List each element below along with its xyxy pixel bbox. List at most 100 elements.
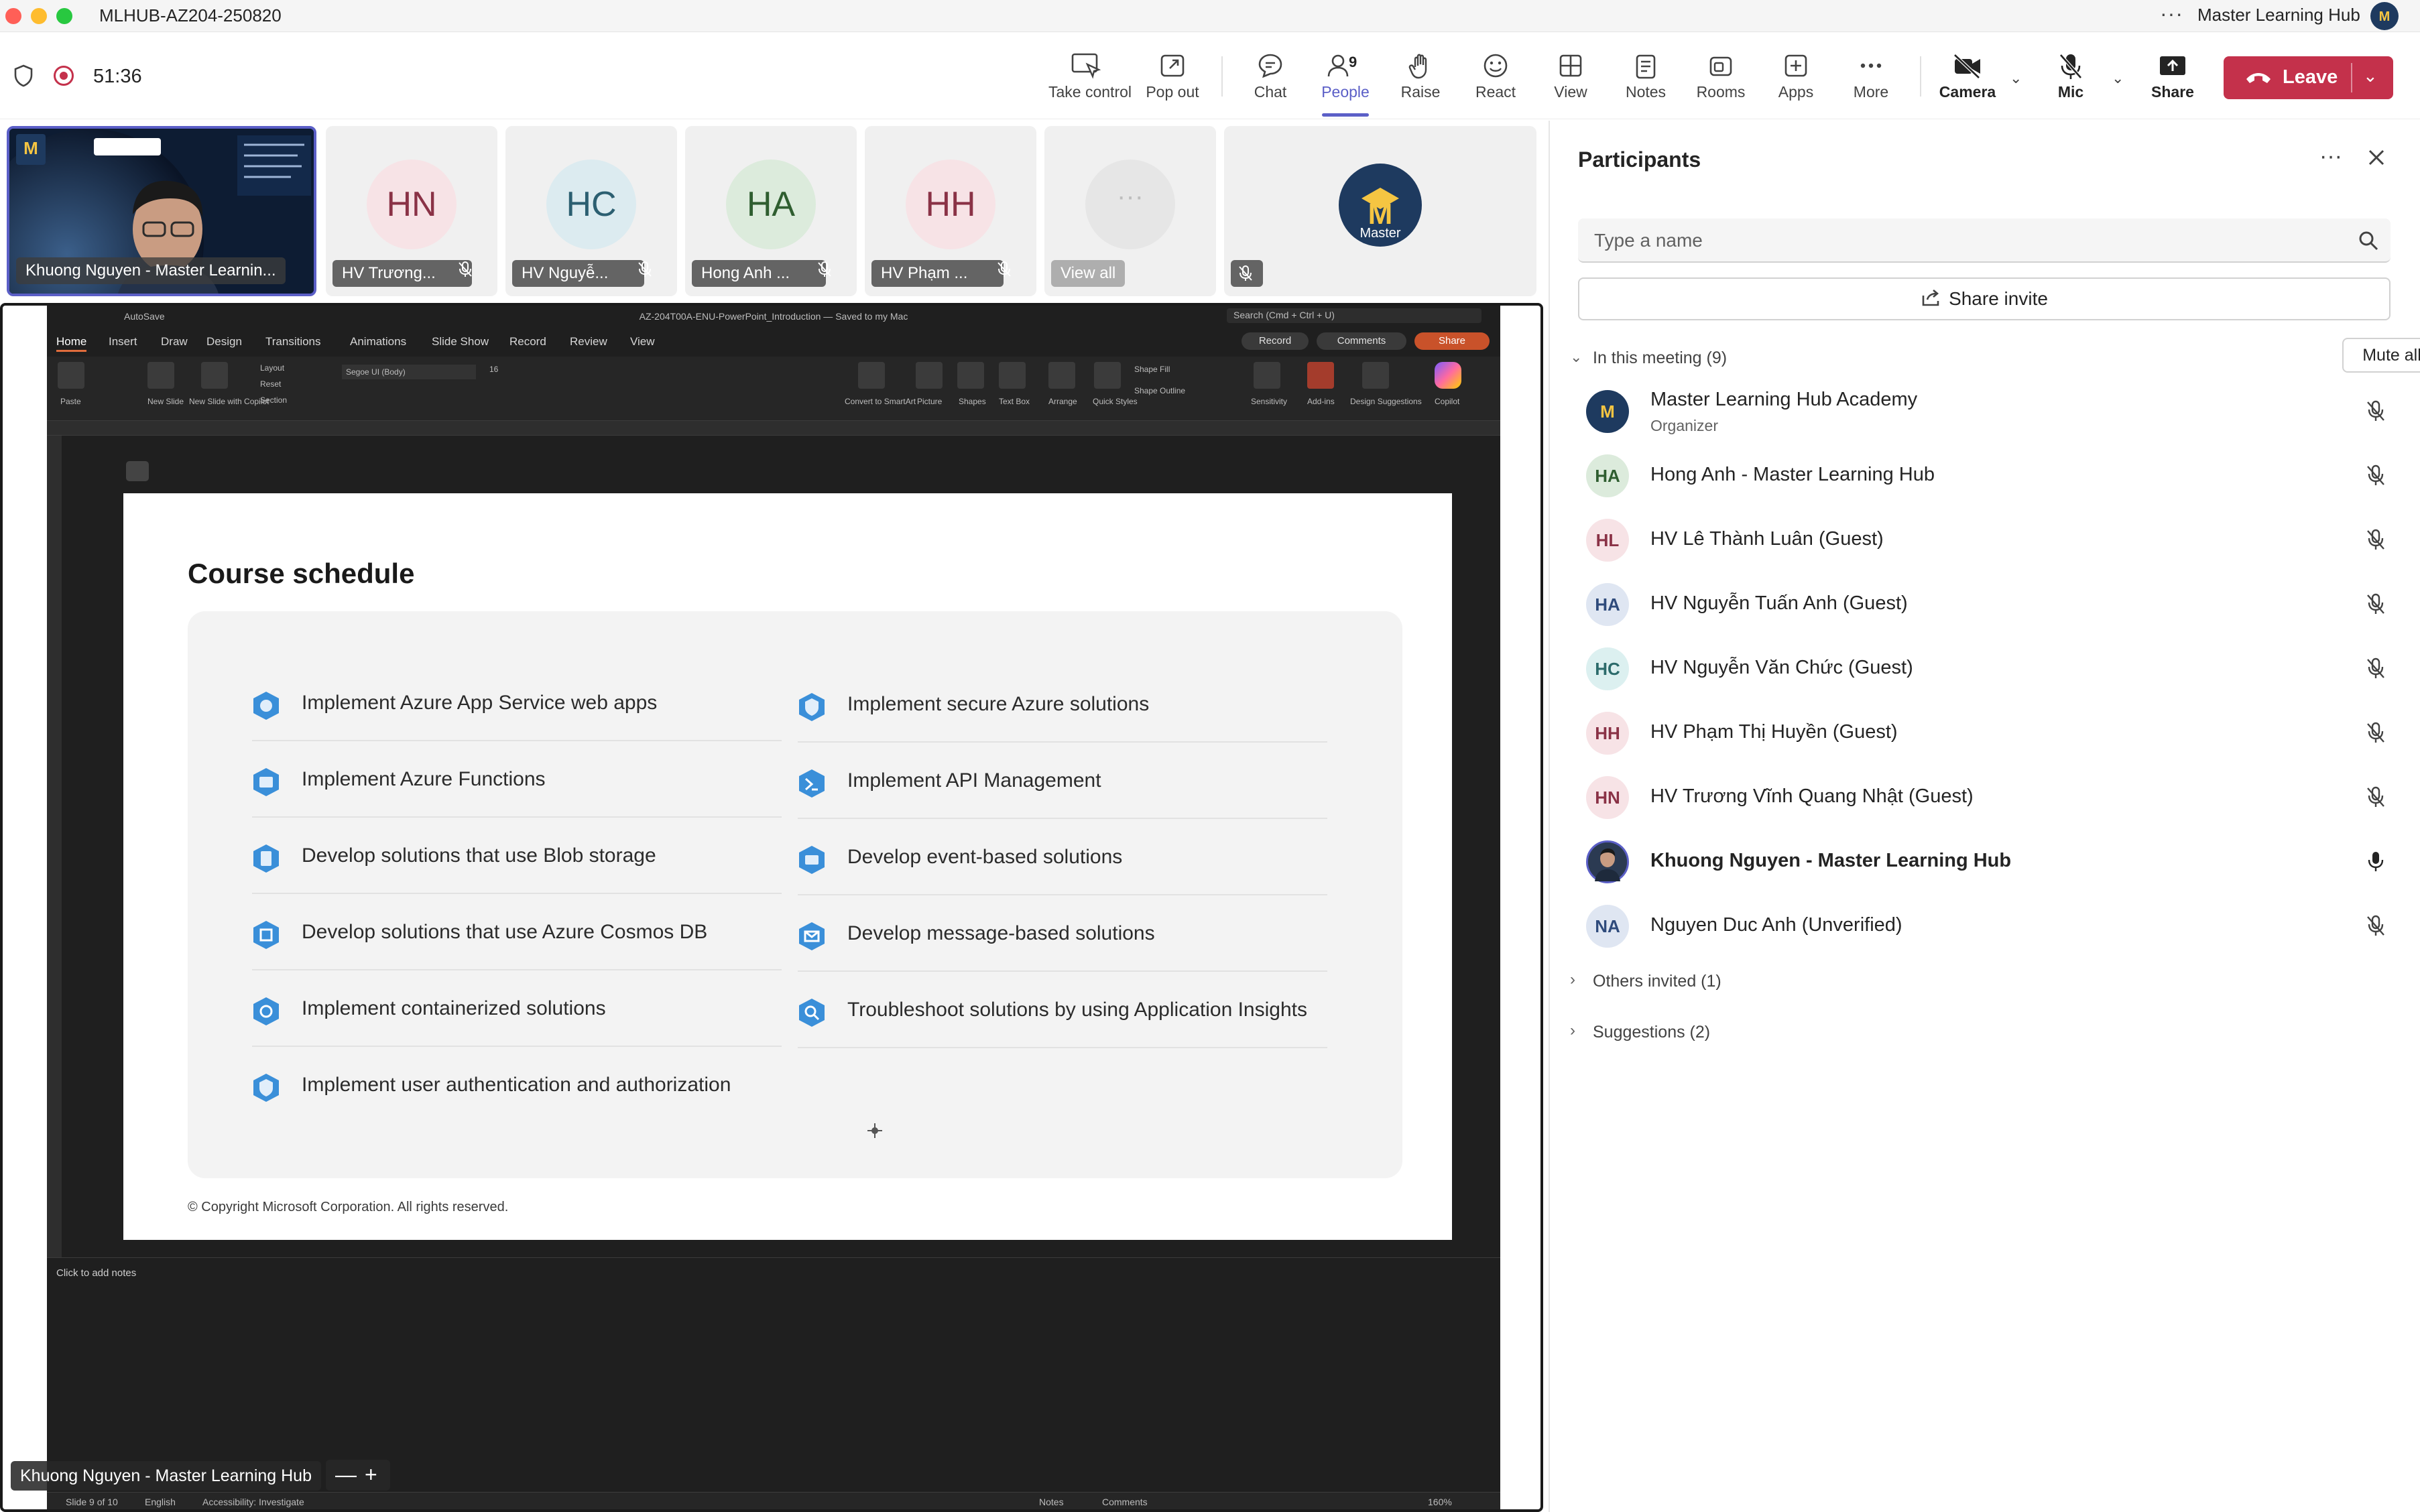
mic-off-icon[interactable] <box>2365 592 2386 619</box>
mic-off-icon[interactable] <box>2365 528 2386 554</box>
video-strip: M Khuong Nguyen - Master Learnin... HN H… <box>0 121 1542 302</box>
close-window-button[interactable] <box>5 8 21 24</box>
participant-tile[interactable]: HC HV Nguyễ... <box>505 126 677 296</box>
course-item: Implement API Management <box>798 743 1327 819</box>
participant-name: HV Lê Thành Luân (Guest) <box>1650 528 1884 550</box>
participant-avatar: HH <box>1586 712 1629 755</box>
share-invite-button[interactable]: Share invite <box>1578 277 2391 320</box>
shared-screen[interactable]: AutoSave AZ-204T00A-ENU-PowerPoint_Intro… <box>0 303 1543 1512</box>
meeting-title: MLHUB-AZ204-250820 <box>99 5 282 25</box>
account-avatar[interactable]: M <box>2370 2 2399 30</box>
shield-icon[interactable] <box>13 64 34 90</box>
zoom-in-button[interactable]: + <box>365 1460 377 1489</box>
participant-row[interactable]: HA Hong Anh - Master Learning Hub <box>1563 444 2404 508</box>
minimize-window-button[interactable] <box>31 8 47 24</box>
participant-row[interactable]: NA Nguyen Duc Anh (Unverified) <box>1563 894 2404 958</box>
participant-row[interactable]: HA HV Nguyễn Tuấn Anh (Guest) <box>1563 572 2404 637</box>
mute-all-button[interactable]: Mute all <box>2342 338 2420 373</box>
ppt-status-bar: Slide 9 of 10 English Accessibility: Inv… <box>47 1492 1500 1509</box>
maximize-window-button[interactable] <box>56 8 72 24</box>
panel-title: Participants <box>1578 147 1701 172</box>
organizer-tile[interactable]: M Master <box>1224 126 1536 296</box>
view-all-tile[interactable]: ··· View all <box>1044 126 1216 296</box>
share-screen-icon <box>2136 50 2210 83</box>
take-control-button[interactable]: Take control <box>1048 50 1132 106</box>
toolbar-divider <box>1920 56 1921 97</box>
language-indicator: English <box>145 1497 176 1507</box>
mic-options-chevron-icon[interactable]: ⌄ <box>2112 70 2124 87</box>
participant-row[interactable]: HL HV Lê Thành Luân (Guest) <box>1563 508 2404 572</box>
participant-tile[interactable]: HH HV Phạm ... <box>865 126 1036 296</box>
slide-title: Course schedule <box>188 558 415 589</box>
participant-search-input[interactable] <box>1594 228 2332 253</box>
org-name[interactable]: Master Learning Hub <box>2197 5 2360 25</box>
chat-button[interactable]: Chat <box>1233 50 1307 106</box>
title-more-icon[interactable]: ··· <box>2160 1 2183 26</box>
mic-off-icon[interactable] <box>2365 399 2386 426</box>
emoji-icon <box>1459 50 1532 83</box>
speaker-tile-label: Khuong Nguyen - Master Learnin... <box>16 257 286 284</box>
participant-avatar: HH <box>906 160 995 249</box>
panel-more-icon[interactable]: ··· <box>2319 143 2342 170</box>
participant-tile[interactable]: HA Hong Anh ... <box>685 126 857 296</box>
mic-on-icon[interactable] <box>2365 850 2386 876</box>
notes-button[interactable]: Notes <box>1609 50 1683 106</box>
mic-off-icon[interactable] <box>2365 657 2386 683</box>
close-icon[interactable] <box>2366 147 2386 171</box>
speaker-video-tile[interactable]: M Khuong Nguyen - Master Learnin... <box>7 126 316 296</box>
participant-avatar <box>1586 840 1629 883</box>
organizer-logo-avatar: M Master <box>1339 164 1422 247</box>
camera-button[interactable]: Camera <box>1931 50 2004 106</box>
mic-button[interactable]: Mic <box>2034 50 2108 106</box>
participant-name: Hong Anh - Master Learning Hub <box>1650 464 1935 485</box>
camera-options-chevron-icon[interactable]: ⌄ <box>2010 70 2022 87</box>
participant-avatar: NA <box>1586 905 1629 948</box>
participant-tile-label: HV Nguyễ... <box>512 260 645 287</box>
pop-out-button[interactable]: Pop out <box>1136 50 1209 106</box>
participant-row[interactable]: M Master Learning Hub Academy Organizer <box>1563 379 2404 444</box>
powerpoint-window: AutoSave AZ-204T00A-ENU-PowerPoint_Intro… <box>47 306 1500 1509</box>
people-button[interactable]: 9 People <box>1309 50 1382 117</box>
view-all-button[interactable]: View all <box>1051 260 1126 287</box>
share-button[interactable]: Share <box>2136 50 2210 106</box>
course-icon <box>252 767 280 798</box>
participant-row[interactable]: Khuong Nguyen - Master Learning Hub <box>1563 830 2404 894</box>
search-icon[interactable] <box>2358 231 2378 254</box>
more-icon <box>1834 50 1908 83</box>
ppt-tab-draw: Draw <box>161 335 188 348</box>
mic-off-icon[interactable] <box>2365 721 2386 747</box>
react-button[interactable]: React <box>1459 50 1532 106</box>
in-meeting-section-header[interactable]: ⌄ In this meeting (9) <box>1563 338 2404 378</box>
apps-button[interactable]: Apps <box>1759 50 1833 106</box>
course-item: Develop event-based solutions <box>798 819 1327 895</box>
ppt-tab-view: View <box>630 335 655 348</box>
raise-hand-icon <box>1384 50 1457 83</box>
ppt-tab-animations: Animations <box>350 335 407 348</box>
course-icon <box>798 921 826 952</box>
leave-options-chevron-icon[interactable]: ⌄ <box>2363 66 2378 86</box>
chevron-down-icon: ⌄ <box>1570 349 1583 365</box>
laser-cursor-icon <box>866 1122 884 1143</box>
mic-off-icon[interactable] <box>2365 914 2386 940</box>
window-title-bar: MLHUB-AZ204-250820 ··· Master Learning H… <box>0 0 2420 32</box>
ppt-share-pill: Share <box>1414 332 1490 350</box>
ppt-sensitivity-icon <box>1254 362 1280 389</box>
suggestions-section[interactable]: › Suggestions (2) <box>1563 1013 1965 1047</box>
participant-row[interactable]: HN HV Trương Vĩnh Quang Nhật (Guest) <box>1563 765 2404 830</box>
others-invited-section[interactable]: › Others invited (1) <box>1563 962 1965 996</box>
course-icon <box>252 690 280 721</box>
zoom-out-button[interactable]: — <box>335 1460 357 1489</box>
participant-tile[interactable]: HN HV Trương... <box>326 126 497 296</box>
raise-hand-button[interactable]: Raise <box>1384 50 1457 106</box>
view-button[interactable]: View <box>1534 50 1608 106</box>
more-button[interactable]: More <box>1834 50 1908 106</box>
rooms-button[interactable]: Rooms <box>1684 50 1758 106</box>
participant-row[interactable]: HH HV Phạm Thị Huyền (Guest) <box>1563 701 2404 765</box>
mic-off-icon[interactable] <box>2365 464 2386 490</box>
leave-split-divider <box>2351 63 2352 92</box>
participant-row[interactable]: HC HV Nguyễn Văn Chức (Guest) <box>1563 637 2404 701</box>
participant-tile-label: HV Trương... <box>332 260 472 287</box>
mic-off-icon[interactable] <box>2365 785 2386 812</box>
leave-button[interactable]: Leave ⌄ <box>2224 56 2393 99</box>
svg-text:M: M <box>2379 9 2391 24</box>
